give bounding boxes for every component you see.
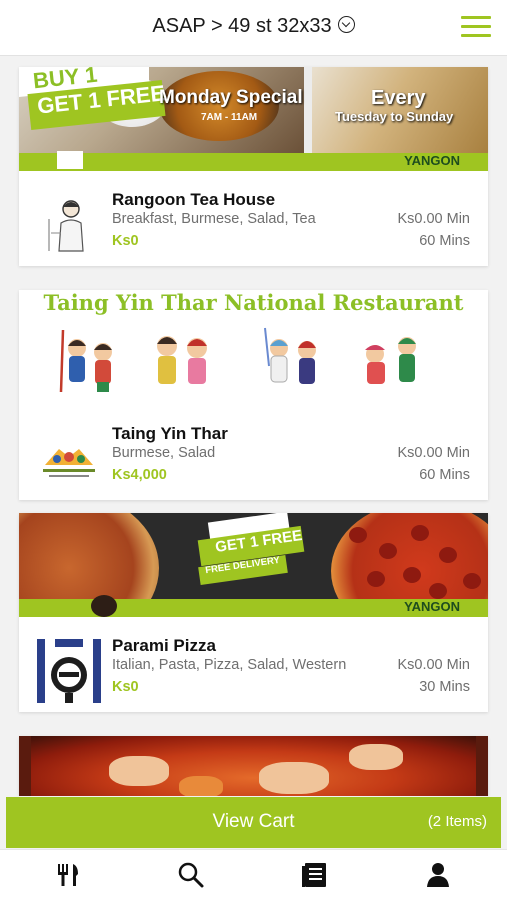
cartoon-couple-illustration bbox=[365, 337, 416, 384]
restaurant-price: Ks0 bbox=[112, 679, 139, 695]
minimum-order: Ks0.00 Min bbox=[397, 445, 470, 461]
restaurant-banner[interactable]: GET 1 FREE FREE DELIVERY YANGON bbox=[19, 513, 488, 617]
restaurant-card-taing-yin-thar[interactable]: Taing Yin Thar National Restaurant Taing… bbox=[19, 290, 488, 500]
restaurant-card-partial[interactable] bbox=[19, 736, 488, 796]
restaurant-name[interactable]: Parami Pizza bbox=[112, 636, 216, 656]
restaurant-info[interactable]: Rangoon Tea House Breakfast, Burmese, Sa… bbox=[19, 171, 488, 266]
restaurant-card-rangoon-tea-house[interactable]: BUY 1 GET 1 FREE Monday Special 7AM - 11… bbox=[19, 67, 488, 266]
cartoon-couple-illustration bbox=[157, 336, 207, 384]
search-icon[interactable] bbox=[174, 858, 208, 892]
restaurant-banner[interactable]: Taing Yin Thar National Restaurant bbox=[19, 290, 488, 405]
restaurant-logo bbox=[37, 639, 101, 703]
restaurant-price: Ks4,000 bbox=[112, 467, 167, 483]
restaurant-categories: Italian, Pasta, Pizza, Salad, Western bbox=[112, 657, 347, 673]
restaurant-categories: Burmese, Salad bbox=[112, 445, 216, 461]
restaurant-logo bbox=[37, 427, 101, 491]
cartoon-couple-illustration bbox=[264, 327, 316, 384]
brand-watermark: YANGON bbox=[404, 599, 460, 614]
view-cart-label[interactable]: View Cart bbox=[6, 811, 501, 833]
banner-monday-special: Monday Special bbox=[159, 87, 303, 108]
bottom-tab-bar bbox=[0, 849, 507, 900]
header-bar: ASAP > 49 st 32x33 bbox=[0, 0, 507, 56]
restaurant-categories: Breakfast, Burmese, Salad, Tea bbox=[112, 211, 316, 227]
restaurant-banner[interactable] bbox=[19, 736, 488, 796]
orders-list-icon[interactable] bbox=[298, 858, 332, 892]
hamburger-menu-icon[interactable] bbox=[461, 16, 491, 38]
restaurant-logo bbox=[37, 193, 101, 257]
banner-every-sub: Tuesday to Sunday bbox=[335, 109, 454, 124]
restaurant-mini-logo bbox=[57, 151, 83, 169]
restaurant-name[interactable]: Taing Yin Thar bbox=[112, 424, 228, 444]
delivery-time: 30 Mins bbox=[419, 679, 470, 695]
restaurant-name[interactable]: Rangoon Tea House bbox=[112, 190, 275, 210]
restaurant-info[interactable]: Parami Pizza Italian, Pasta, Pizza, Sala… bbox=[19, 617, 488, 712]
fork-knife-icon[interactable] bbox=[51, 858, 85, 892]
restaurant-price: Ks0 bbox=[112, 233, 139, 249]
restaurant-mini-logo bbox=[91, 595, 117, 617]
brand-watermark: YANGON bbox=[404, 153, 460, 168]
restaurant-banner[interactable]: BUY 1 GET 1 FREE Monday Special 7AM - 11… bbox=[19, 67, 488, 171]
cartoon-couple-illustration bbox=[59, 329, 112, 393]
view-cart-button[interactable]: View Cart (2 Items) bbox=[6, 797, 501, 848]
delivery-time: 60 Mins bbox=[419, 233, 470, 249]
minimum-order: Ks0.00 Min bbox=[397, 657, 470, 673]
chevron-down-icon[interactable] bbox=[337, 16, 355, 33]
banner-every-title: Every bbox=[371, 87, 426, 109]
banner-special-hours: 7AM - 11AM bbox=[201, 112, 258, 123]
delivery-location-selector[interactable]: ASAP > 49 st 32x33 bbox=[0, 15, 507, 38]
delivery-time: 60 Mins bbox=[419, 467, 470, 483]
restaurant-feed[interactable]: BUY 1 GET 1 FREE Monday Special 7AM - 11… bbox=[0, 56, 507, 796]
restaurant-card-parami-pizza[interactable]: GET 1 FREE FREE DELIVERY YANGON Parami P… bbox=[19, 513, 488, 712]
user-profile-icon[interactable] bbox=[421, 858, 455, 892]
minimum-order: Ks0.00 Min bbox=[397, 211, 470, 227]
banner-title: Taing Yin Thar National Restaurant bbox=[43, 290, 464, 315]
delivery-location-label[interactable]: ASAP > 49 st 32x33 bbox=[152, 15, 331, 37]
restaurant-info[interactable]: Taing Yin Thar Burmese, Salad Ks4,000 Ks… bbox=[19, 405, 488, 500]
cart-item-count: (2 Items) bbox=[427, 813, 487, 830]
